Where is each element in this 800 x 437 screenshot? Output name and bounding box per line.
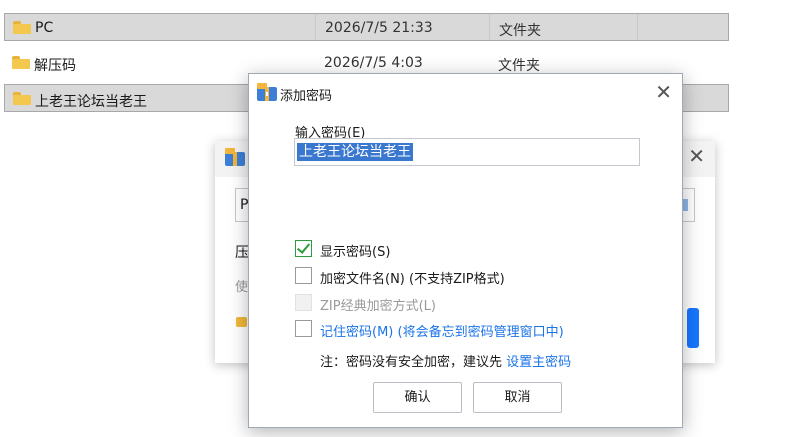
archive-app-icon	[257, 83, 277, 101]
column-separator	[637, 14, 638, 40]
dialog-title: 添加密码	[280, 89, 333, 104]
zip-classic-label: ZIP经典加密方式(L)	[320, 299, 436, 314]
background-label: 使	[235, 280, 249, 295]
zip-classic-checkbox	[295, 294, 312, 311]
security-note-text: 注：密码没有安全加密，建议先	[320, 355, 507, 370]
show-password-label: 显示密码(S)	[320, 245, 391, 260]
file-type: 文件夹	[498, 58, 540, 74]
encrypt-filename-label: 加密文件名(N) (不支持ZIP格式)	[320, 272, 505, 287]
background-label: 压	[235, 245, 249, 261]
dialog-titlebar: 添加密码 ✕	[249, 74, 682, 110]
folder-icon	[13, 92, 31, 105]
background-primary-button[interactable]	[687, 308, 699, 348]
close-icon[interactable]: ✕	[688, 144, 705, 168]
cancel-button[interactable]: 取消	[473, 382, 562, 413]
security-note: 注：密码没有安全加密，建议先 设置主密码	[320, 351, 571, 370]
add-password-dialog: 添加密码 ✕ 输入密码(E) 上老王论坛当老王 显示密码(S) 加密文件名(N)…	[248, 73, 683, 428]
file-name: 解压码	[34, 58, 76, 74]
confirm-button[interactable]: 确认	[373, 382, 462, 413]
password-input[interactable]: 上老王论坛当老王	[294, 138, 640, 166]
file-name: PC	[35, 20, 54, 36]
archive-app-icon	[225, 148, 245, 166]
set-master-password-link[interactable]: 设置主密码	[506, 355, 571, 370]
file-name: 上老王论坛当老王	[35, 94, 147, 110]
column-separator	[489, 14, 490, 40]
lock-icon	[236, 317, 247, 327]
file-row-pc[interactable]: PC 2026/7/5 21:33 文件夹	[4, 13, 729, 41]
close-icon[interactable]: ✕	[655, 80, 672, 104]
show-password-checkbox[interactable]	[295, 240, 312, 257]
password-value-selected: 上老王论坛当老王	[297, 143, 413, 161]
column-separator	[315, 14, 316, 40]
folder-icon	[12, 56, 30, 69]
remember-password-checkbox[interactable]	[295, 320, 312, 337]
encrypt-filename-checkbox[interactable]	[295, 267, 312, 284]
folder-icon	[13, 21, 31, 34]
file-date: 2026/7/5 21:33	[325, 20, 433, 36]
remember-password-label: 记住密码(M) (将会备忘到密码管理窗口中)	[320, 325, 564, 340]
file-date: 2026/7/5 4:03	[324, 55, 423, 71]
file-type: 文件夹	[499, 23, 541, 39]
